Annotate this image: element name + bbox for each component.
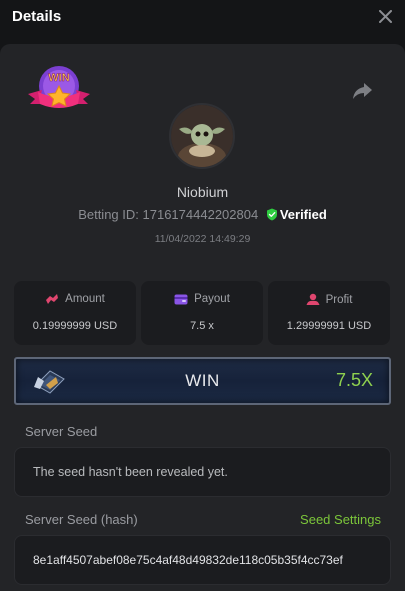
share-button[interactable]: [350, 80, 374, 102]
avatar: [169, 103, 235, 169]
bet-timestamp: 11/04/2022 14:49:29: [154, 233, 251, 245]
result-multiplier: 7.5X: [335, 370, 373, 390]
server-seed-hash-label: Server Seed (hash): [25, 512, 138, 527]
result-label: WIN: [185, 371, 220, 390]
betting-id-label: Betting ID:: [78, 207, 139, 222]
coins-icon: [46, 294, 59, 304]
server-seed-hash-field[interactable]: 8e1aff4507abef08e75c4af48d49832de118c05b…: [14, 535, 391, 585]
verified-shield-icon: [266, 208, 277, 221]
stat-label-amount: Amount: [65, 293, 105, 305]
win-badge-text: WIN: [48, 72, 69, 84]
server-seed-hash-value: 8e1aff4507abef08e75c4af48d49832de118c05b…: [33, 553, 343, 567]
stat-value-amount: 0.19999999 USD: [32, 320, 118, 332]
stat-label-profit: Profit: [325, 293, 353, 306]
dialog-header: Details: [0, 0, 405, 34]
server-seed-label: Server Seed: [25, 424, 98, 439]
seed-settings-link[interactable]: Seed Settings: [300, 512, 381, 527]
close-button[interactable]: [375, 6, 395, 26]
stat-card-profit: Profit 1.29999991 USD: [268, 281, 390, 345]
dialog-title: Details: [12, 8, 62, 25]
stat-value-payout: 7.5 x: [190, 320, 214, 332]
username: Niobium: [176, 184, 229, 200]
stat-card-amount: Amount 0.19999999 USD: [14, 281, 136, 345]
stat-value-profit: 1.29999991 USD: [286, 320, 372, 332]
wallet-icon: [174, 294, 188, 304]
stat-card-payout: Payout 7.5 x: [141, 281, 263, 345]
win-badge: WIN: [26, 64, 92, 116]
result-bar: WIN 7.5X: [14, 357, 391, 405]
stat-label-payout: Payout: [194, 293, 230, 305]
betting-id-value: 1716174442202804: [142, 207, 259, 222]
server-seed-field: The seed hasn't been revealed yet.: [14, 447, 391, 497]
verified-label: Verified: [279, 207, 327, 222]
share-icon: [353, 83, 372, 99]
server-seed-value: The seed hasn't been revealed yet.: [33, 465, 228, 479]
profit-icon: [306, 293, 320, 305]
betting-id-line: Betting ID: 1716174442202804 Verified: [0, 207, 405, 222]
close-icon: [378, 9, 392, 23]
